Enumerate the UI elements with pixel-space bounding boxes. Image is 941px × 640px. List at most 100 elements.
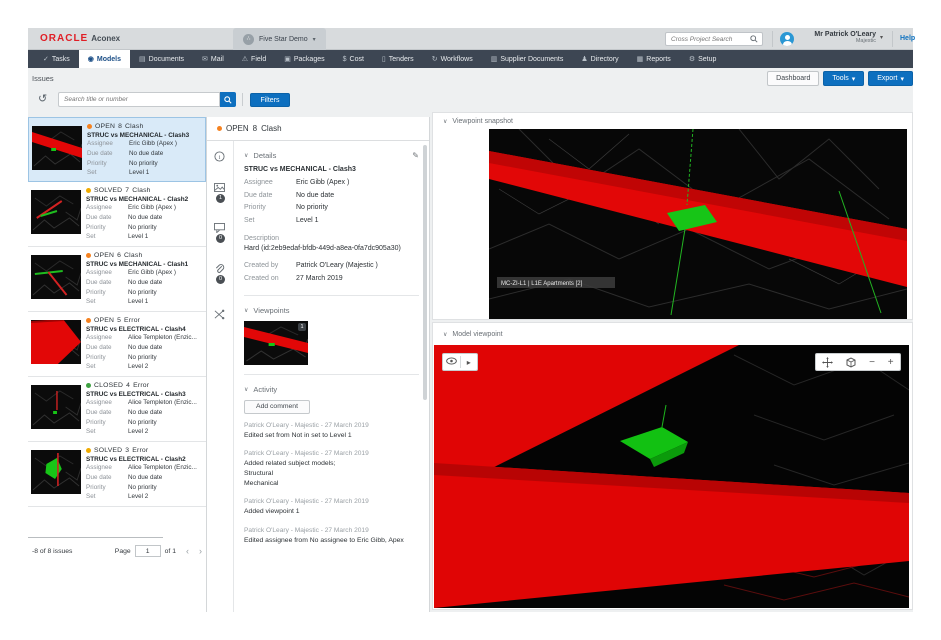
tab-tenders[interactable]: ▯ Tenders xyxy=(373,50,423,68)
issue-title: STRUC vs ELECTRICAL - Clash3 xyxy=(86,391,202,398)
prev-page-button[interactable]: ‹ xyxy=(186,546,189,556)
assignee-value: Eric Gibb (Apex ) xyxy=(296,177,349,190)
activity-lines: Added viewpoint 1 xyxy=(244,507,419,517)
field-row-set: SetLevel 1 xyxy=(86,297,202,307)
issue-thumbnail xyxy=(31,385,81,429)
attachment-icon[interactable] xyxy=(214,263,225,275)
zoom-in-icon[interactable]: + xyxy=(888,357,894,368)
next-page-button[interactable]: › xyxy=(199,546,202,556)
field-row-assignee: AssigneeAlice Templeton (Enzic... xyxy=(86,333,202,343)
viewpoints-section-header[interactable]: ∨ Viewpoints xyxy=(244,306,419,315)
cross-project-search-input[interactable] xyxy=(665,32,763,46)
info-icon[interactable]: i xyxy=(214,151,225,162)
user-avatar[interactable] xyxy=(780,32,794,46)
tools-button[interactable]: Tools▾ xyxy=(823,71,864,86)
tab-label: Supplier Documents xyxy=(500,56,563,63)
user-menu[interactable]: Mr Patrick O'Leary Majestic xyxy=(798,31,876,44)
activity-lines: Edited set from Not in set to Level 1 xyxy=(244,431,419,441)
comments-count-badge: 0 xyxy=(216,234,225,243)
add-comment-button[interactable]: Add comment xyxy=(244,400,310,414)
project-selector[interactable]: ∴ Five Star Demo ▾ xyxy=(233,28,326,50)
field-row-set: SetLevel 1 xyxy=(86,232,202,242)
issue-type: Clash xyxy=(125,123,143,130)
tab-mail[interactable]: ✉ Mail xyxy=(193,50,233,68)
zoom-out-icon[interactable]: − xyxy=(869,357,875,368)
viewpoints-icon[interactable] xyxy=(214,183,225,192)
chevron-down-icon: ∨ xyxy=(443,118,447,125)
created-by-label: Created by xyxy=(244,260,296,273)
page-label: Page xyxy=(115,548,131,555)
page-number-input[interactable] xyxy=(135,545,161,557)
scrollbar-thumb[interactable] xyxy=(423,145,427,400)
activity-entry: Patrick O'Leary - Majestic - 27 March 20… xyxy=(244,498,419,517)
issue-card[interactable]: OPEN 8 Clash STRUC vs MECHANICAL - Clash… xyxy=(28,117,206,182)
activity-line: Added related subject models; xyxy=(244,459,419,469)
issue-search-input[interactable] xyxy=(58,92,220,107)
field-row-set: SetLevel 2 xyxy=(86,362,202,372)
due-date-value: No due date xyxy=(129,149,163,159)
issue-title: STRUC vs MECHANICAL - Clash3 xyxy=(244,166,419,173)
due-date-label: Due date xyxy=(86,278,128,288)
divider xyxy=(892,31,893,47)
issue-card[interactable]: SOLVED 3 Error STRUC vs ELECTRICAL - Cla… xyxy=(28,442,206,507)
issue-list-panel: OPEN 8 Clash STRUC vs MECHANICAL - Clash… xyxy=(28,117,207,612)
set-label: Set xyxy=(86,362,128,372)
help-link[interactable]: Help xyxy=(900,35,915,42)
field-row-set: SetLevel 1 xyxy=(87,168,201,178)
details-section-header[interactable]: ∨ Details ✎ xyxy=(244,151,419,160)
tab-models[interactable]: ◉ Models xyxy=(79,50,130,68)
tab-packages[interactable]: ▣ Packages xyxy=(275,50,333,68)
expand-arrow-icon[interactable]: ▸ xyxy=(461,358,478,367)
issue-detail-panel: OPEN 8 Clash i 1 0 0 xyxy=(207,117,430,612)
tab-workflows[interactable]: ↻ Workflows xyxy=(423,50,482,68)
viewpoint-number-badge: 1 xyxy=(298,323,306,331)
dashboard-button[interactable]: Dashboard xyxy=(767,71,819,86)
due-date-label: Due date xyxy=(86,213,128,223)
assignee-value: Alice Templeton (Enzic... xyxy=(128,398,197,408)
search-icon[interactable] xyxy=(750,35,758,43)
issue-search-button[interactable] xyxy=(220,92,236,107)
issue-fields: AssigneeAlice Templeton (Enzic...Due dat… xyxy=(86,333,202,372)
comments-icon[interactable] xyxy=(214,223,225,233)
tab-cost[interactable]: $ Cost xyxy=(334,50,373,68)
set-value: Level 1 xyxy=(128,232,148,242)
issue-card[interactable]: CLOSED 4 Error STRUC vs ELECTRICAL - Cla… xyxy=(28,377,206,442)
caret-down-icon: ▾ xyxy=(852,75,856,83)
issue-card[interactable]: SOLVED 7 Clash STRUC vs MECHANICAL - Cla… xyxy=(28,182,206,247)
documents-icon: ▤ xyxy=(139,55,146,63)
viewer-visibility-control[interactable]: ▸ xyxy=(442,353,478,371)
tab-documents[interactable]: ▤ Documents xyxy=(130,50,193,68)
issue-card[interactable]: OPEN 5 Error STRUC vs ELECTRICAL - Clash… xyxy=(28,312,206,377)
set-label: Set xyxy=(86,427,128,437)
main-nav: ✓ Tasks ◉ Models ▤ Documents ✉ Mail ⚠ Fi… xyxy=(28,50,913,68)
tab-setup[interactable]: ⚙ Setup xyxy=(680,50,726,68)
priority-label: Priority xyxy=(87,159,129,169)
field-row-priority: PriorityNo priority xyxy=(86,418,202,428)
issue-number: 4 xyxy=(126,382,130,389)
pan-icon[interactable] xyxy=(822,357,833,368)
viewpoint-thumbnail[interactable]: 1 xyxy=(244,321,308,365)
tab-directory[interactable]: ♟ Directory xyxy=(572,50,627,68)
tab-field[interactable]: ⚠ Field xyxy=(233,50,275,68)
viewpoint-snapshot-image: MC-ZI-L1 | L1E Apartments [2] xyxy=(489,129,907,319)
eye-icon[interactable] xyxy=(443,357,460,367)
edit-icon[interactable]: ✎ xyxy=(412,151,419,160)
related-models-icon[interactable] xyxy=(214,309,225,320)
tab-tasks[interactable]: ✓ Tasks xyxy=(34,50,79,68)
issue-card[interactable]: OPEN 6 Clash STRUC vs MECHANICAL - Clash… xyxy=(28,247,206,312)
export-button[interactable]: Export▾ xyxy=(868,71,913,86)
caret-down-icon[interactable]: ▾ xyxy=(880,34,883,41)
activity-section-header[interactable]: ∨ Activity xyxy=(244,385,419,394)
page-of-label: of 1 xyxy=(165,548,176,555)
tab-supplier-documents[interactable]: ▥ Supplier Documents xyxy=(482,50,573,68)
viewpoint-snapshot-header[interactable]: ∨ Viewpoint snapshot xyxy=(433,113,912,129)
tab-reports[interactable]: ▦ Reports xyxy=(628,50,680,68)
status-dot xyxy=(86,383,91,388)
refresh-icon[interactable]: ↺ xyxy=(38,92,47,105)
model-3d-viewer[interactable]: ▸ − + xyxy=(434,345,909,608)
model-viewpoint-header[interactable]: ∨ Model viewpoint xyxy=(433,323,912,345)
orbit-cube-icon[interactable] xyxy=(846,357,856,368)
filters-button[interactable]: Filters xyxy=(250,93,290,107)
chevron-down-icon: ∨ xyxy=(443,331,447,338)
issue-thumbnail xyxy=(31,450,81,494)
